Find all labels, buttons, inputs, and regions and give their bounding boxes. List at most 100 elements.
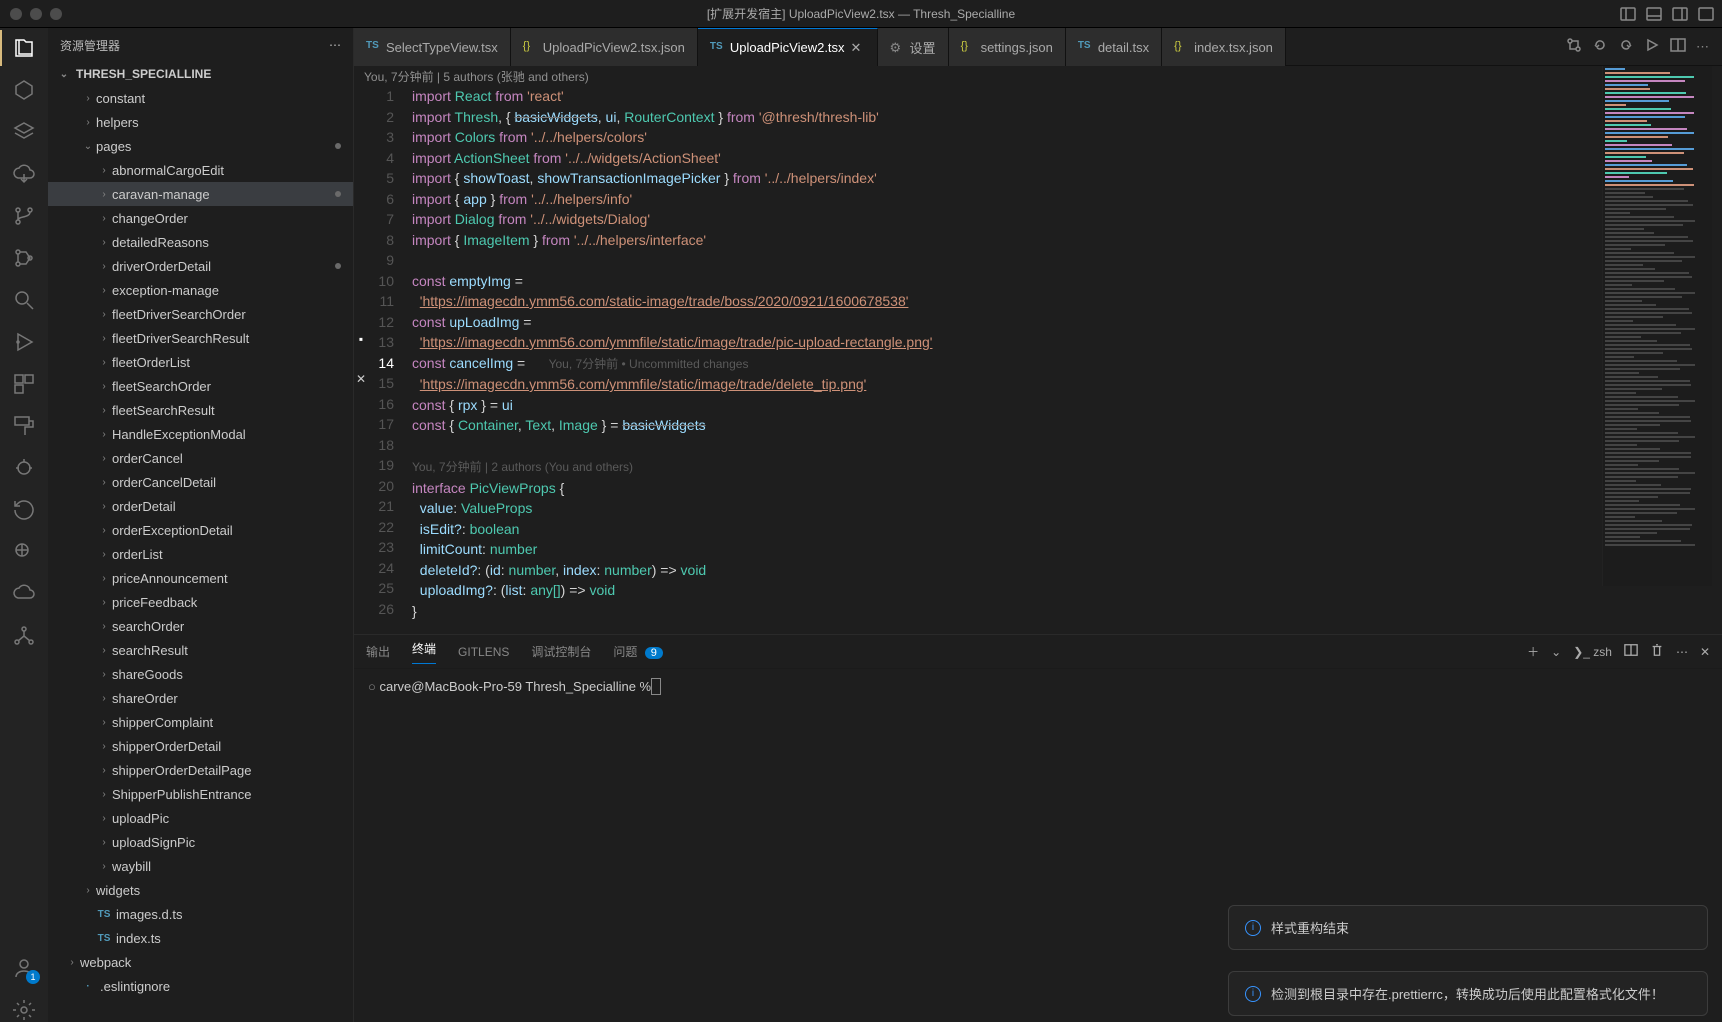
tree-item-fleetOrderList[interactable]: ›fleetOrderList <box>48 350 353 374</box>
code-area[interactable]: import React from 'react'import Thresh, … <box>412 66 1722 634</box>
tree-item-shareOrder[interactable]: ›shareOrder <box>48 686 353 710</box>
notification-toast[interactable]: i 样式重构结束 <box>1228 905 1708 950</box>
account-icon[interactable]: 1 <box>12 956 36 980</box>
cloud-download-icon[interactable] <box>12 162 36 186</box>
editor-body[interactable]: You, 7分钟前 | 5 authors (张驰 and others) 12… <box>354 66 1722 634</box>
notification-toast[interactable]: i 检测到根目录中存在.prettierrc，转换成功后使用此配置格式化文件！ <box>1228 971 1708 1016</box>
terminal-shell-label[interactable]: ❯_ zsh <box>1573 645 1612 659</box>
minimap[interactable] <box>1602 66 1712 586</box>
layout-icon[interactable] <box>1698 6 1714 22</box>
tree-item-pages[interactable]: ⌄pages <box>48 134 353 158</box>
panel-tab-problems[interactable]: 问题 9 <box>613 643 662 660</box>
run-icon[interactable] <box>1644 37 1660 56</box>
revert-icon[interactable] <box>1592 37 1608 56</box>
cloud-icon[interactable] <box>12 582 36 606</box>
sidebar-more-icon[interactable]: ⋯ <box>329 38 341 52</box>
tab-index.tsx.json[interactable]: {}index.tsx.json <box>1162 28 1286 66</box>
tree-item-HandleExceptionModal[interactable]: ›HandleExceptionModal <box>48 422 353 446</box>
tree-item-shareGoods[interactable]: ›shareGoods <box>48 662 353 686</box>
tree-item-shipperComplaint[interactable]: ›shipperComplaint <box>48 710 353 734</box>
tree-item-fleetDriverSearchOrder[interactable]: ›fleetDriverSearchOrder <box>48 302 353 326</box>
tree-item-index.ts[interactable]: TSindex.ts <box>48 926 353 950</box>
tree-item-shipperOrderDetailPage[interactable]: ›shipperOrderDetailPage <box>48 758 353 782</box>
debug-icon[interactable] <box>12 330 36 354</box>
panel-more-icon[interactable]: ⋯ <box>1676 645 1688 659</box>
panel-tab-debug[interactable]: 调试控制台 <box>531 643 591 660</box>
history-icon[interactable] <box>12 498 36 522</box>
extensions-icon[interactable] <box>12 372 36 396</box>
tab-UploadPicView2.tsx.json[interactable]: {}UploadPicView2.tsx.json <box>511 28 698 66</box>
network-icon[interactable] <box>12 624 36 648</box>
tree-item-fleetDriverSearchResult[interactable]: ›fleetDriverSearchResult <box>48 326 353 350</box>
tree-item-waybill[interactable]: ›waybill <box>48 854 353 878</box>
inspect-icon[interactable] <box>12 540 36 564</box>
tree-item-.eslintignore[interactable]: ·.eslintignore <box>48 974 353 998</box>
tree-item-orderExceptionDetail[interactable]: ›orderExceptionDetail <box>48 518 353 542</box>
zoom-window-icon[interactable] <box>50 8 62 20</box>
tree-item-fleetSearchOrder[interactable]: ›fleetSearchOrder <box>48 374 353 398</box>
tree-item-fleetSearchResult[interactable]: ›fleetSearchResult <box>48 398 353 422</box>
tree-item-ShipperPublishEntrance[interactable]: ›ShipperPublishEntrance <box>48 782 353 806</box>
new-terminal-icon[interactable]: ＋ <box>1527 643 1539 660</box>
split-terminal-icon[interactable] <box>1624 643 1638 660</box>
info-icon: i <box>1245 986 1261 1002</box>
paint-icon[interactable] <box>12 414 36 438</box>
tree-item-exception-manage[interactable]: ›exception-manage <box>48 278 353 302</box>
explorer-icon[interactable] <box>12 36 36 60</box>
tree-item-priceFeedback[interactable]: ›priceFeedback <box>48 590 353 614</box>
tree-item-webpack[interactable]: ›webpack <box>48 950 353 974</box>
tab-settings.json[interactable]: {}settings.json <box>949 28 1066 66</box>
git-graph-icon[interactable] <box>12 246 36 270</box>
panel-left-icon[interactable] <box>1620 6 1636 22</box>
tree-item-orderCancel[interactable]: ›orderCancel <box>48 446 353 470</box>
tree-item-orderDetail[interactable]: ›orderDetail <box>48 494 353 518</box>
panel-close-icon[interactable]: ✕ <box>1700 645 1710 659</box>
gutter-close-icon[interactable]: ✕ <box>354 372 368 386</box>
panel-tab-gitlens[interactable]: GITLENS <box>458 645 509 659</box>
close-tab-icon[interactable]: ✕ <box>851 40 865 56</box>
hexagon-icon[interactable] <box>12 78 36 102</box>
tree-item-shipperOrderDetail[interactable]: ›shipperOrderDetail <box>48 734 353 758</box>
tree-item-uploadPic[interactable]: ›uploadPic <box>48 806 353 830</box>
tab-detail.tsx[interactable]: TSdetail.tsx <box>1066 28 1162 66</box>
kill-terminal-icon[interactable] <box>1650 643 1664 660</box>
tree-item-orderCancelDetail[interactable]: ›orderCancelDetail <box>48 470 353 494</box>
tree-item-constant[interactable]: ›constant <box>48 86 353 110</box>
tree-item-helpers[interactable]: ›helpers <box>48 110 353 134</box>
more-icon[interactable]: ⋯ <box>1696 39 1712 55</box>
split-icon[interactable] <box>1670 37 1686 56</box>
terminal-dropdown-icon[interactable]: ⌄ <box>1551 645 1561 659</box>
search-icon[interactable] <box>12 288 36 312</box>
panel-right-icon[interactable] <box>1672 6 1688 22</box>
sidebar-root[interactable]: ⌄ THRESH_SPECIALLINE <box>48 62 353 86</box>
tree-item-changeOrder[interactable]: ›changeOrder <box>48 206 353 230</box>
git-compare-icon[interactable] <box>1566 37 1582 56</box>
tree-item-abnormalCargoEdit[interactable]: ›abnormalCargoEdit <box>48 158 353 182</box>
tree-item-uploadSignPic[interactable]: ›uploadSignPic <box>48 830 353 854</box>
branch-icon[interactable] <box>12 204 36 228</box>
settings-icon[interactable] <box>12 998 36 1022</box>
panel-tab-terminal[interactable]: 终端 <box>412 640 436 664</box>
tree-item-orderList[interactable]: ›orderList <box>48 542 353 566</box>
bug-icon[interactable] <box>12 456 36 480</box>
tree-item-priceAnnouncement[interactable]: ›priceAnnouncement <box>48 566 353 590</box>
panel-tab-output[interactable]: 输出 <box>366 643 390 660</box>
tree-item-widgets[interactable]: ›widgets <box>48 878 353 902</box>
tree-item-driverOrderDetail[interactable]: ›driverOrderDetail <box>48 254 353 278</box>
tree-item-images.d.ts[interactable]: TSimages.d.ts <box>48 902 353 926</box>
gutter-modified-icon[interactable]: ▪ <box>354 332 368 346</box>
close-window-icon[interactable] <box>10 8 22 20</box>
minimize-window-icon[interactable] <box>30 8 42 20</box>
tree-item-searchOrder[interactable]: ›searchOrder <box>48 614 353 638</box>
file-tree[interactable]: ›constant›helpers⌄pages›abnormalCargoEdi… <box>48 86 353 1022</box>
tree-item-detailedReasons[interactable]: ›detailedReasons <box>48 230 353 254</box>
tab-设置[interactable]: ⚙设置 <box>878 28 949 66</box>
terminal[interactable]: ○ carve@MacBook-Pro-59 Thresh_Speciallin… <box>354 669 1722 1022</box>
layers-icon[interactable] <box>12 120 36 144</box>
tree-item-caravan-manage[interactable]: ›caravan-manage <box>48 182 353 206</box>
tab-SelectTypeView.tsx[interactable]: TSSelectTypeView.tsx <box>354 28 511 66</box>
tab-UploadPicView2.tsx[interactable]: TSUploadPicView2.tsx✕ <box>698 28 878 66</box>
tree-item-searchResult[interactable]: ›searchResult <box>48 638 353 662</box>
panel-bottom-icon[interactable] <box>1646 6 1662 22</box>
forward-icon[interactable] <box>1618 37 1634 56</box>
